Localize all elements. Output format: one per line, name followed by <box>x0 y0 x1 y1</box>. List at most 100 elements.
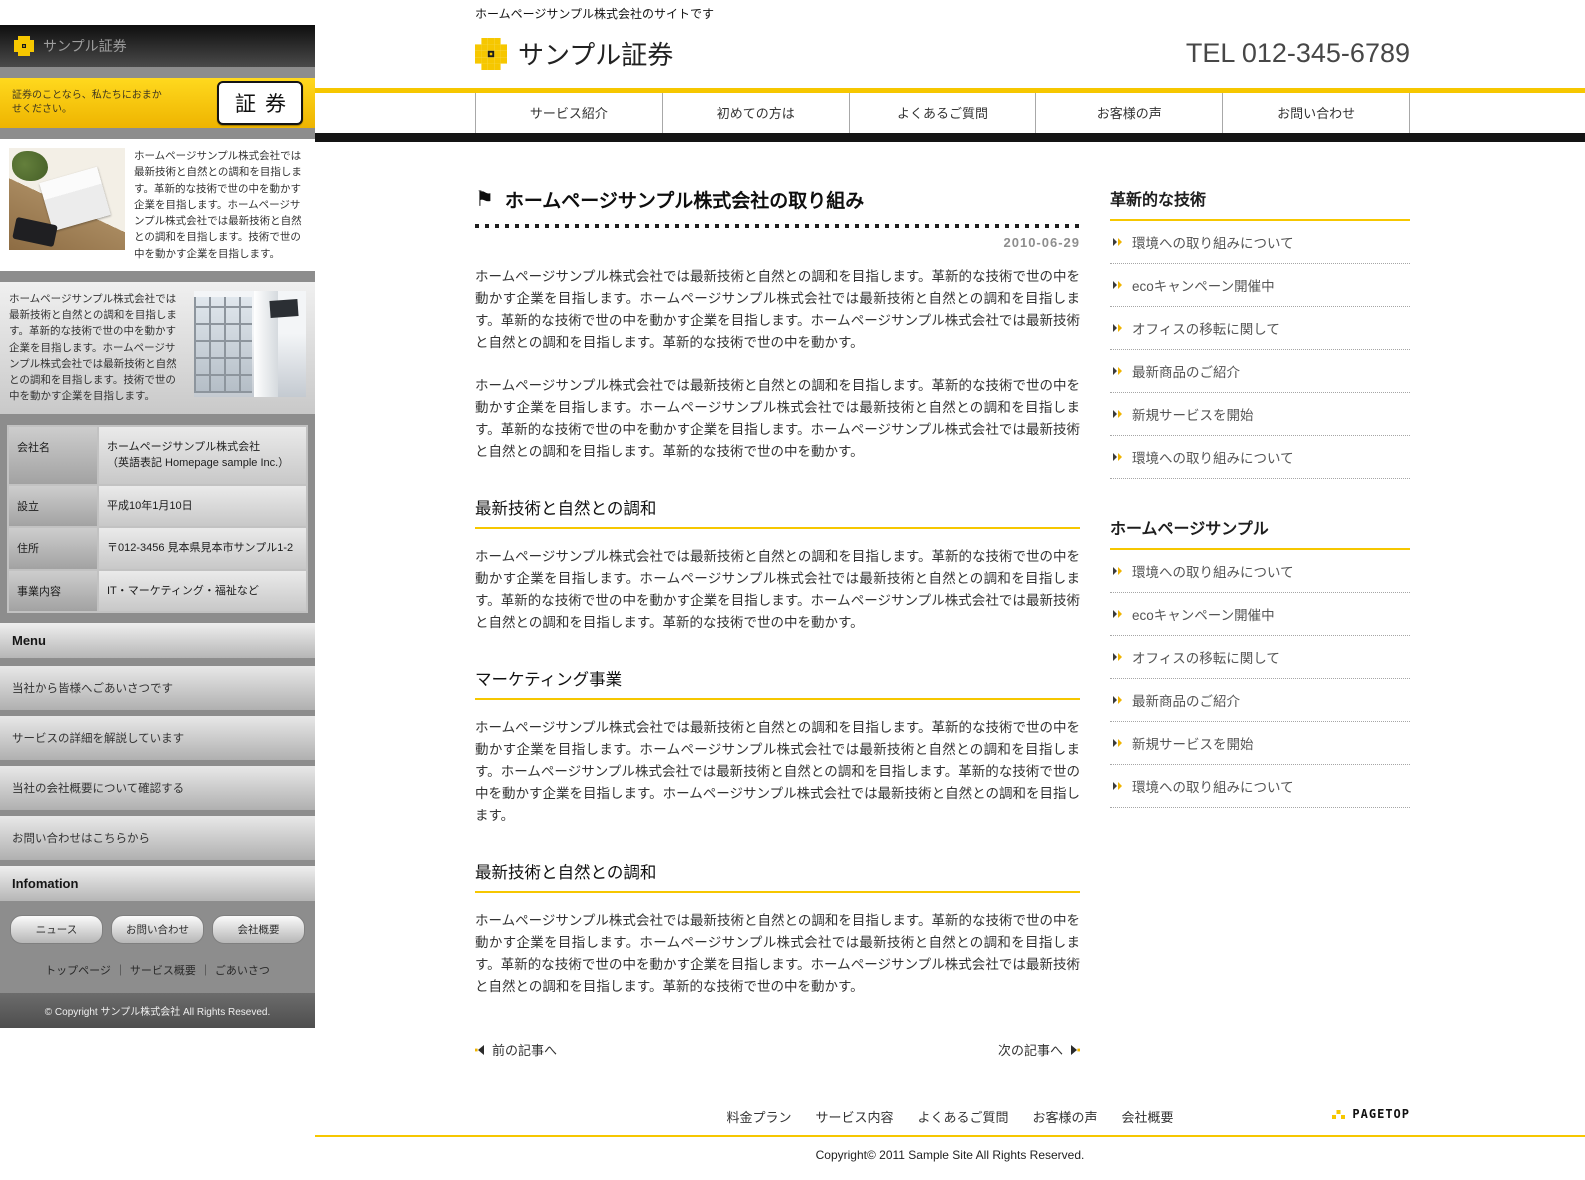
article-pagination: 前の記事へ 次の記事へ <box>475 1040 1080 1059</box>
double-chevron-icon <box>1113 237 1123 247</box>
shoken-button[interactable]: 証券 <box>217 81 303 125</box>
section-heading: 最新技術と自然との調和 <box>475 495 1080 529</box>
pagetop-button[interactable]: PAGETOP <box>1332 1107 1410 1121</box>
sidebar-item-greeting[interactable]: 当社から皆様へごあいさつです <box>0 666 315 710</box>
footer-links: 料金プラン サービス内容 よくあるご質問 お客様の声 会社概要 <box>726 1107 1173 1126</box>
widget-title: 革新的な技術 <box>1110 186 1410 221</box>
widget-innovative-tech: 革新的な技術 環境への取り組みについて ecoキャンペーン開催中 オフィスの移転… <box>1110 186 1410 479</box>
flag-icon: ⚑ <box>475 189 494 210</box>
address-value: 〒012-3456 見本県見本市サンプル1-2 <box>98 527 307 570</box>
widget-link-label: 最新商品のご紹介 <box>1132 690 1240 710</box>
spacer <box>0 613 315 623</box>
widget-link-new-service[interactable]: 新規サービスを開始 <box>1110 393 1410 436</box>
double-chevron-icon <box>1113 280 1123 290</box>
information-heading: Infomation <box>0 866 315 901</box>
desk-photo <box>9 148 125 250</box>
prev-article-label: 前の記事へ <box>492 1040 557 1059</box>
sidebar-logo[interactable]: サンプル証券 <box>0 25 315 67</box>
widget-link-environment[interactable]: 環境への取り組みについて <box>1110 221 1410 264</box>
sidebar-intro-text-2: ホームページサンプル株式会社では最新技術と自然との調和を目指します。革新的な技術… <box>9 291 185 405</box>
company-button[interactable]: 会社概要 <box>212 915 305 944</box>
double-chevron-icon <box>1113 566 1123 576</box>
main-column: ホームページサンプル株式会社のサイトです サンプル <box>315 0 1585 1180</box>
pagetop-label: PAGETOP <box>1352 1107 1410 1121</box>
service-overview-link[interactable]: サービス概要 <box>130 965 196 977</box>
sidebar-item-service-detail[interactable]: サービスの詳細を解説しています <box>0 716 315 760</box>
table-row: 設立 平成10年1月10日 <box>8 485 307 528</box>
section-paragraph: ホームページサンプル株式会社では最新技術と自然との調和を目指します。革新的な技術… <box>475 910 1080 998</box>
header-logo[interactable]: サンプル証券 <box>475 35 673 72</box>
brand-pixel-icon <box>14 36 34 56</box>
widget-homepage-sample: ホームページサンプル 環境への取り組みについて ecoキャンペーン開催中 オフィ… <box>1110 515 1410 808</box>
widget-link-new-product[interactable]: 最新商品のご紹介 <box>1110 679 1410 722</box>
greeting-link[interactable]: ごあいさつ <box>215 965 270 977</box>
founded-value: 平成10年1月10日 <box>98 485 307 528</box>
widget-link-new-product[interactable]: 最新商品のご紹介 <box>1110 350 1410 393</box>
table-row: 事業内容 IT・マーケティング・福祉など <box>8 570 307 613</box>
nav-black-bar <box>315 133 1585 142</box>
widget-link-office-move[interactable]: オフィスの移転に関して <box>1110 307 1410 350</box>
separator: ｜ <box>200 965 211 977</box>
sidebar-copyright: © Copyright サンプル株式会社 All Rights Reseved. <box>0 993 315 1028</box>
widget-link-label: ecoキャンペーン開催中 <box>1132 604 1275 624</box>
news-button[interactable]: ニュース <box>10 915 103 944</box>
footer-link-company[interactable]: 会社概要 <box>1122 1107 1174 1126</box>
widget-link-environment-2[interactable]: 環境への取り組みについて <box>1110 765 1410 808</box>
widget-link-environment-2[interactable]: 環境への取り組みについて <box>1110 436 1410 479</box>
plant-shape <box>12 151 48 181</box>
article: ⚑ ホームページサンプル株式会社の取り組み 2010-06-29 ホームページサ… <box>475 186 1080 1059</box>
founded-label: 設立 <box>8 485 98 528</box>
content-area: ⚑ ホームページサンプル株式会社の取り組み 2010-06-29 ホームページサ… <box>315 142 1585 1059</box>
info-button-row: ニュース お問い合わせ 会社概要 <box>0 909 315 948</box>
brand-pixel-icon <box>475 38 507 70</box>
separator: ｜ <box>115 965 126 977</box>
widget-link-eco-campaign[interactable]: ecoキャンペーン開催中 <box>1110 593 1410 636</box>
double-chevron-icon <box>1113 781 1123 791</box>
article-paragraph: ホームページサンプル株式会社では最新技術と自然との調和を目指します。革新的な技術… <box>475 266 1080 354</box>
double-chevron-icon <box>1113 409 1123 419</box>
widget-link-label: 環境への取り組みについて <box>1132 232 1294 252</box>
widget-link-environment[interactable]: 環境への取り組みについて <box>1110 550 1410 593</box>
nav-item-faq[interactable]: よくあるご質問 <box>849 93 1036 133</box>
site-note: ホームページサンプル株式会社のサイトです <box>475 0 1410 22</box>
nav-item-service[interactable]: サービス紹介 <box>475 93 662 133</box>
widget-link-new-service[interactable]: 新規サービスを開始 <box>1110 722 1410 765</box>
article-title-row: ⚑ ホームページサンプル株式会社の取り組み <box>475 186 1080 224</box>
window-grid-shape <box>194 297 252 393</box>
footer-link-pricing[interactable]: 料金プラン <box>726 1107 791 1126</box>
monitor-shape <box>269 299 298 318</box>
nav-item-contact[interactable]: お問い合わせ <box>1222 93 1410 133</box>
company-name-en: （英語表記 Homepage sample Inc.） <box>107 455 298 472</box>
footer-link-voice[interactable]: お客様の声 <box>1033 1107 1098 1126</box>
sidebar-item-company-overview[interactable]: 当社の会社概要について確認する <box>0 766 315 810</box>
widget-link-label: ecoキャンペーン開催中 <box>1132 275 1275 295</box>
company-info-table: 会社名 ホームページサンプル株式会社 （英語表記 Homepage sample… <box>7 425 308 614</box>
prev-article-link[interactable]: 前の記事へ <box>475 1040 557 1059</box>
nav-item-voice[interactable]: お客様の声 <box>1035 93 1222 133</box>
widget-link-label: オフィスの移転に関して <box>1132 318 1280 338</box>
widget-link-eco-campaign[interactable]: ecoキャンペーン開催中 <box>1110 264 1410 307</box>
section-paragraph: ホームページサンプル株式会社では最新技術と自然との調和を目指します。革新的な技術… <box>475 717 1080 827</box>
left-sidebar: サンプル証券 証券のことなら、私たちにおまかせください。 証券 ホームページサン… <box>0 25 315 1028</box>
company-name-value: ホームページサンプル株式会社 （英語表記 Homepage sample Inc… <box>98 426 307 485</box>
nav-items-row: サービス紹介 初めての方は よくあるご質問 お客様の声 お問い合わせ <box>475 93 1410 133</box>
address-label: 住所 <box>8 527 98 570</box>
double-chevron-icon <box>1113 738 1123 748</box>
contact-button[interactable]: お問い合わせ <box>111 915 204 944</box>
top-page-link[interactable]: トップページ <box>45 965 111 977</box>
widget-link-label: 環境への取り組みについて <box>1132 561 1294 581</box>
widget-link-label: 環境への取り組みについて <box>1132 776 1294 796</box>
footer-link-service[interactable]: サービス内容 <box>815 1107 893 1126</box>
header-tel: TEL 012-345-6789 <box>1186 38 1410 69</box>
nav-item-beginners[interactable]: 初めての方は <box>662 93 849 133</box>
widget-link-label: 最新商品のご紹介 <box>1132 361 1240 381</box>
footer-link-faq[interactable]: よくあるご質問 <box>917 1107 1008 1126</box>
article-title: ホームページサンプル株式会社の取り組み <box>505 186 864 213</box>
next-article-label: 次の記事へ <box>998 1040 1063 1059</box>
next-article-link[interactable]: 次の記事へ <box>998 1040 1080 1059</box>
sidebar-item-contact[interactable]: お問い合わせはこちらから <box>0 816 315 860</box>
sidebar-intro-text-1: ホームページサンプル株式会社では最新技術と自然との調和を目指します。革新的な技術… <box>134 148 306 262</box>
arrow-right-icon <box>1071 1045 1080 1055</box>
business-value: IT・マーケティング・福祉など <box>98 570 307 613</box>
widget-link-office-move[interactable]: オフィスの移転に関して <box>1110 636 1410 679</box>
